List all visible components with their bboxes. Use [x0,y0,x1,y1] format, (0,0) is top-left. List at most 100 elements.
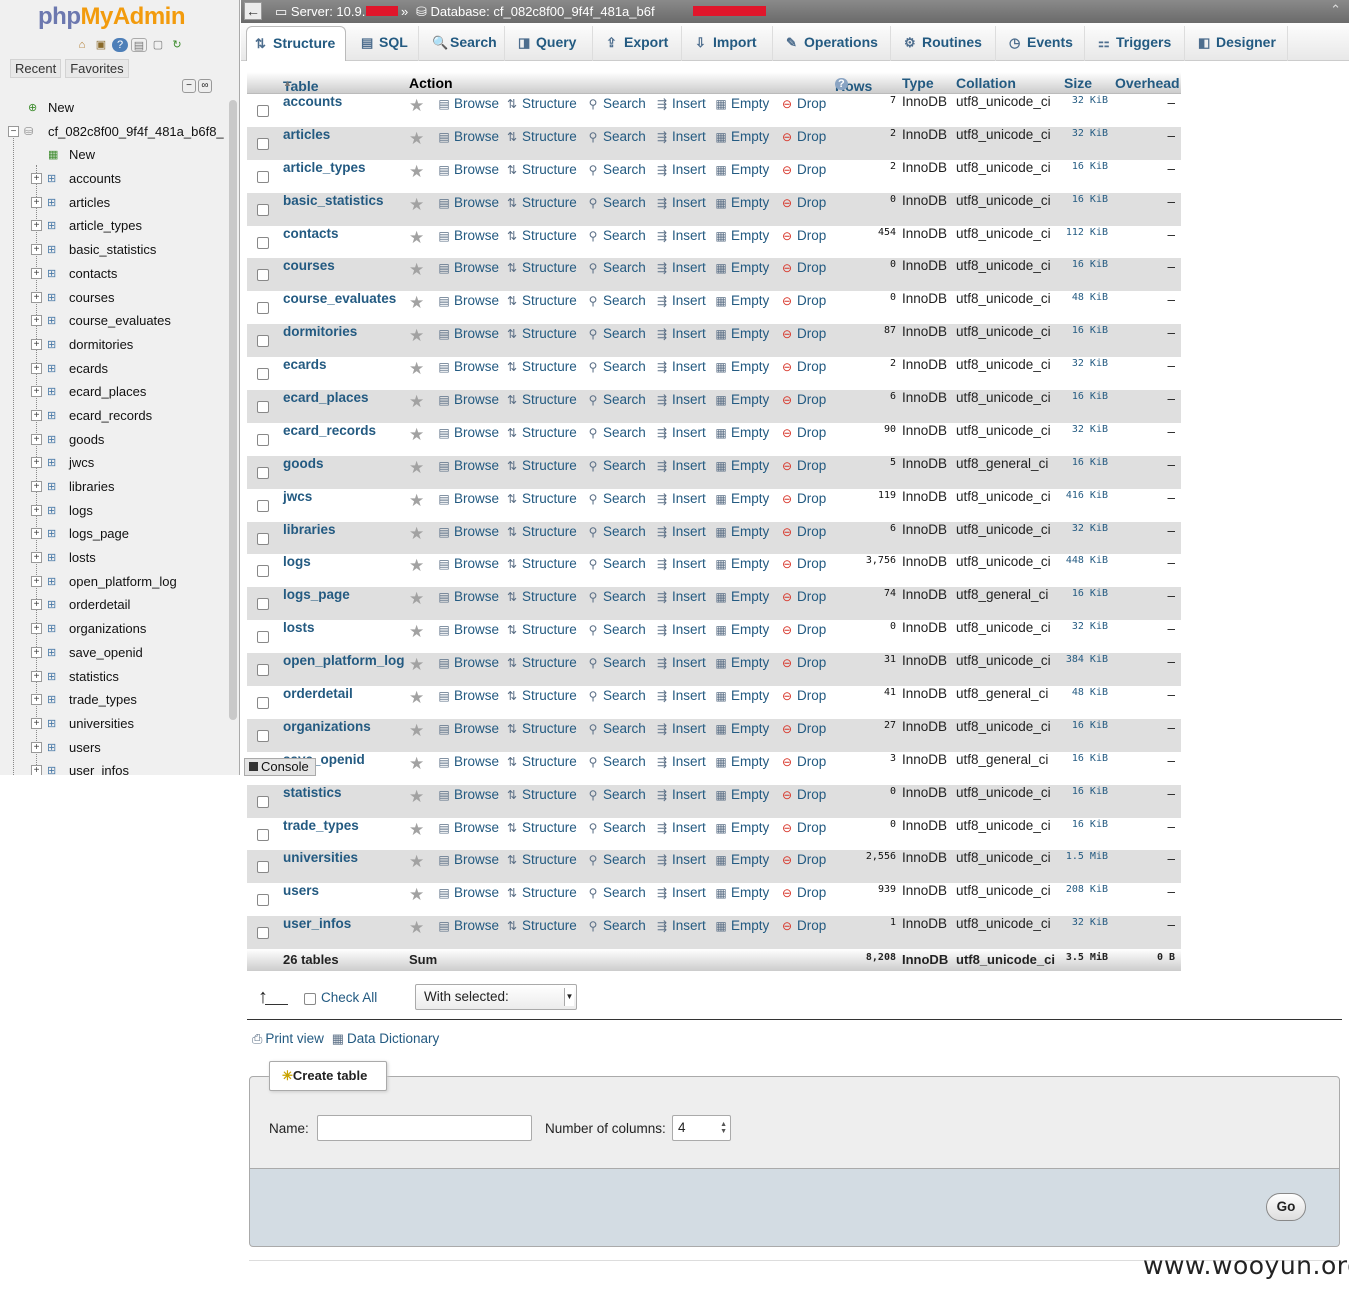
table-name-link[interactable]: open_platform_log [283,653,405,668]
search-link[interactable]: ⚲ Search [585,392,646,407]
data-dictionary-link[interactable]: Data Dictionary [347,1031,439,1046]
collapse-icon[interactable]: − [8,125,19,137]
table-size-link[interactable]: 32 KiB [1062,424,1108,435]
search-link[interactable]: ⚲ Search [585,655,646,670]
row-checkbox[interactable] [257,697,269,710]
table-size-link[interactable]: 16 KiB [1062,588,1108,599]
structure-link[interactable]: ⇅ Structure [504,359,577,374]
empty-link[interactable]: ▦ Empty [713,885,769,900]
expand-icon[interactable]: + [31,741,42,753]
table-size-link[interactable]: 16 KiB [1062,325,1108,336]
insert-link[interactable]: ⇶ Insert [654,655,706,670]
sidebar-item-dormitories[interactable]: + ⊞ dormitories [0,335,228,359]
sidebar-item-orderdetail[interactable]: + ⊞ orderdetail [0,595,228,619]
row-checkbox[interactable] [257,170,269,183]
empty-link[interactable]: ▦ Empty [713,688,769,703]
table-size-link[interactable]: 16 KiB [1062,391,1108,402]
expand-icon[interactable]: + [31,575,42,587]
browse-link[interactable]: ▤ Browse [436,852,499,867]
favorite-star-icon[interactable]: ★ [409,721,424,741]
overhead-header[interactable]: Overhead [1115,75,1180,91]
help-icon[interactable]: ? [112,38,128,52]
row-checkbox[interactable] [257,729,269,742]
expand-icon[interactable]: + [31,552,42,564]
browse-link[interactable]: ▤ Browse [436,918,499,933]
sidebar-item-accounts[interactable]: + ⊞ accounts [0,169,228,193]
row-checkbox[interactable] [257,861,269,874]
table-name-link[interactable]: goods [283,456,324,471]
drop-link[interactable]: ⊖ Drop [779,589,826,604]
table-size-link[interactable]: 48 KiB [1062,687,1108,698]
table-name-link[interactable]: ecards [283,357,327,372]
structure-link[interactable]: ⇅ Structure [504,195,577,210]
expand-icon[interactable]: + [31,717,42,729]
insert-link[interactable]: ⇶ Insert [654,491,706,506]
insert-link[interactable]: ⇶ Insert [654,326,706,341]
sidebar-item-user_infos[interactable]: + ⊞ user_infos [0,761,228,775]
recent-tab[interactable]: Recent [10,59,62,78]
insert-link[interactable]: ⇶ Insert [654,754,706,769]
empty-link[interactable]: ▦ Empty [713,293,769,308]
insert-link[interactable]: ⇶ Insert [654,129,706,144]
row-checkbox[interactable] [257,598,269,611]
scroll-top-icon[interactable]: ⌃ [1330,2,1341,18]
favorite-star-icon[interactable]: ★ [409,458,424,478]
sidebar-item-article_types[interactable]: + ⊞ article_types [0,216,228,240]
empty-link[interactable]: ▦ Empty [713,622,769,637]
sidebar-item-contacts[interactable]: + ⊞ contacts [0,264,228,288]
drop-link[interactable]: ⊖ Drop [779,96,826,111]
table-size-link[interactable]: 16 KiB [1062,161,1108,172]
expand-icon[interactable]: + [31,267,42,279]
structure-link[interactable]: ⇅ Structure [504,820,577,835]
search-link[interactable]: ⚲ Search [585,754,646,769]
empty-link[interactable]: ▦ Empty [713,260,769,275]
structure-link[interactable]: ⇅ Structure [504,556,577,571]
browse-link[interactable]: ▤ Browse [436,129,499,144]
browse-link[interactable]: ▤ Browse [436,260,499,275]
drop-link[interactable]: ⊖ Drop [779,359,826,374]
insert-link[interactable]: ⇶ Insert [654,392,706,407]
settings-icon[interactable]: ▢ [150,38,166,52]
search-link[interactable]: ⚲ Search [585,820,646,835]
sidebar-item-logs_page[interactable]: + ⊞ logs_page [0,524,228,548]
table-name-link[interactable]: libraries [283,522,336,537]
insert-link[interactable]: ⇶ Insert [654,787,706,802]
favorite-star-icon[interactable]: ★ [409,326,424,346]
row-checkbox[interactable] [257,137,269,150]
empty-link[interactable]: ▦ Empty [713,359,769,374]
browse-link[interactable]: ▤ Browse [436,293,499,308]
sidebar-item-course_evaluates[interactable]: + ⊞ course_evaluates [0,311,228,335]
search-link[interactable]: ⚲ Search [585,293,646,308]
sidebar-item-goods[interactable]: + ⊞ goods [0,430,228,454]
favorite-star-icon[interactable]: ★ [409,556,424,576]
search-link[interactable]: ⚲ Search [585,589,646,604]
empty-link[interactable]: ▦ Empty [713,721,769,736]
favorite-star-icon[interactable]: ★ [409,918,424,938]
insert-link[interactable]: ⇶ Insert [654,359,706,374]
check-all-label[interactable]: Check All [321,990,377,1005]
expand-icon[interactable]: + [31,481,42,492]
browse-link[interactable]: ▤ Browse [436,556,499,571]
drop-link[interactable]: ⊖ Drop [779,721,826,736]
drop-link[interactable]: ⊖ Drop [779,918,826,933]
drop-link[interactable]: ⊖ Drop [779,260,826,275]
table-name-link[interactable]: user_infos [283,916,351,931]
table-name-link[interactable]: trade_types [283,818,359,833]
table-name-link[interactable]: losts [283,620,315,635]
search-link[interactable]: ⚲ Search [585,195,646,210]
server-crumb[interactable]: ▭ Server: 10.9.1. [275,4,376,20]
favorite-star-icon[interactable]: ★ [409,195,424,215]
row-checkbox[interactable] [257,368,269,381]
expand-icon[interactable]: + [31,646,42,658]
table-name-link[interactable]: articles [283,127,330,142]
row-checkbox[interactable] [257,433,269,446]
table-size-link[interactable]: 32 KiB [1062,128,1108,139]
insert-link[interactable]: ⇶ Insert [654,721,706,736]
drop-link[interactable]: ⊖ Drop [779,425,826,440]
table-size-link[interactable]: 1.5 MiB [1062,851,1108,862]
table-name-link[interactable]: basic_statistics [283,193,384,208]
structure-link[interactable]: ⇅ Structure [504,392,577,407]
expand-icon[interactable]: + [31,220,42,232]
insert-link[interactable]: ⇶ Insert [654,820,706,835]
expand-icon[interactable]: + [31,409,42,421]
